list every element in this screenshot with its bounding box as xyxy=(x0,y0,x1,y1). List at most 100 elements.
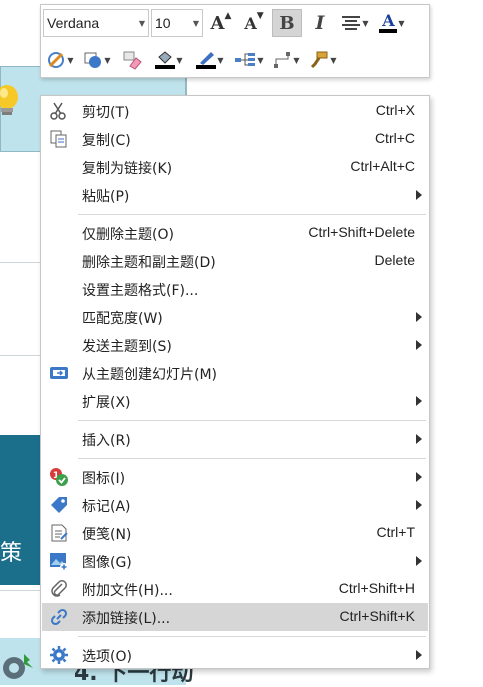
scissors-icon xyxy=(50,102,66,120)
shrink-font-button[interactable]: A ▼ xyxy=(239,9,269,37)
layout-button[interactable]: ▼ xyxy=(232,46,266,74)
grow-font-icon: A xyxy=(210,12,225,34)
grow-font-button[interactable]: A ▲ xyxy=(206,9,236,37)
menu-item-delete-topic-only[interactable]: 仅删除主题(O) Ctrl+Shift+Delete xyxy=(42,219,428,247)
priority-icon: 1 xyxy=(50,468,68,486)
menu-item-attach-file[interactable]: 附加文件(H)... Ctrl+Shift+H xyxy=(42,575,428,603)
submenu-arrow-icon xyxy=(416,556,422,566)
connector-button[interactable]: ▼ xyxy=(269,46,303,74)
caret-up-icon: ▲ xyxy=(224,11,232,21)
format-painter-button[interactable]: ▼ xyxy=(306,46,340,74)
image-icon xyxy=(50,553,68,571)
bold-button[interactable]: B xyxy=(272,9,302,37)
menu-item-insert[interactable]: 插入(R) xyxy=(42,425,428,453)
slide-icon xyxy=(50,367,68,379)
menu-item-shortcut: Ctrl+X xyxy=(375,102,415,118)
menu-separator xyxy=(78,458,426,459)
bold-icon: B xyxy=(279,12,295,34)
align-button[interactable]: ▼ xyxy=(338,9,372,37)
menu-item-label: 粘贴(P) xyxy=(82,189,130,205)
connector-icon xyxy=(274,52,291,68)
menu-item-copy[interactable]: 复制(C) Ctrl+C xyxy=(42,125,428,153)
chevron-down-icon: ▼ xyxy=(67,55,74,65)
menu-item-match-width[interactable]: 匹配宽度(W) xyxy=(42,303,428,331)
canvas-divider xyxy=(0,355,40,356)
menu-item-shortcut: Ctrl+Shift+Delete xyxy=(308,224,415,240)
color-swatch xyxy=(196,65,217,69)
menu-item-label: 图标(I) xyxy=(82,471,126,487)
shape-style-icon xyxy=(48,52,65,68)
chevron-down-icon: ▼ xyxy=(257,55,264,65)
chevron-down-icon: ▼ xyxy=(192,18,200,28)
menu-item-options[interactable]: 选项(O) xyxy=(42,641,428,669)
fill-color-button[interactable]: ▼ xyxy=(150,46,188,74)
menu-item-create-slide[interactable]: 从主题创建幻灯片(M) xyxy=(42,359,428,387)
topic-text: 策 xyxy=(0,541,23,566)
menu-item-copy-as-link[interactable]: 复制为链接(K) Ctrl+Alt+C xyxy=(42,153,428,181)
font-size-value: 10 xyxy=(155,15,171,31)
menu-item-label: 仅删除主题(O) xyxy=(82,227,174,243)
submenu-arrow-icon xyxy=(416,396,422,406)
caret-down-icon: ▼ xyxy=(256,11,264,21)
menu-item-format-topic[interactable]: 设置主题格式(F)... xyxy=(42,275,428,303)
menu-item-label: 插入(R) xyxy=(82,433,131,449)
topic-context-menu: 剪切(T) Ctrl+X 复制(C) Ctrl+C 复制为链接(K) Ctrl+… xyxy=(40,95,430,669)
font-size-select[interactable]: 10 ▼ xyxy=(151,9,203,37)
topic-shape-button[interactable]: ▼ xyxy=(43,46,77,74)
menu-item-tags[interactable]: 标记(A) xyxy=(42,491,428,519)
menu-item-paste[interactable]: 粘贴(P) xyxy=(42,181,428,209)
menu-item-label: 复制为链接(K) xyxy=(82,161,173,177)
menu-item-label: 发送主题到(S) xyxy=(82,339,172,355)
menu-item-extend[interactable]: 扩展(X) xyxy=(42,387,428,415)
lightbulb-icon xyxy=(0,85,18,115)
menu-item-label: 扩展(X) xyxy=(82,395,131,411)
chevron-down-icon: ▼ xyxy=(293,55,300,65)
font-color-icon: A xyxy=(382,11,395,30)
chevron-down-icon: ▼ xyxy=(176,55,183,65)
submenu-arrow-icon xyxy=(416,340,422,350)
paperclip-icon xyxy=(51,580,67,597)
font-color-button[interactable]: A ▼ xyxy=(375,9,409,37)
font-family-value: Verdana xyxy=(47,15,100,31)
eraser-icon xyxy=(123,51,142,70)
canvas-divider xyxy=(0,590,40,591)
line-color-button[interactable]: ▼ xyxy=(191,46,229,74)
menu-item-label: 剪切(T) xyxy=(82,105,130,121)
canvas-divider xyxy=(0,262,40,263)
menu-item-delete-topic-and-subtopics[interactable]: 删除主题和副主题(D) Delete xyxy=(42,247,428,275)
menu-item-label: 图像(G) xyxy=(82,555,132,571)
gear-icon xyxy=(50,646,68,664)
format-painter-icon xyxy=(311,51,328,69)
menu-item-label: 附加文件(H)... xyxy=(82,583,173,599)
menu-item-notes[interactable]: 便笺(N) Ctrl+T xyxy=(42,519,428,547)
chevron-down-icon: ▼ xyxy=(330,55,337,65)
format-mini-toolbar: Verdana ▼ 10 ▼ A ▲ A ▼ B I ▼ A ▼ ▼ ▼ ▼ ▼… xyxy=(40,4,430,78)
menu-item-label: 标记(A) xyxy=(82,499,131,515)
menu-item-add-link[interactable]: 添加链接(L)... Ctrl+Shift+K xyxy=(42,603,428,631)
menu-item-icons[interactable]: 1 图标(I) xyxy=(42,463,428,491)
menu-item-cut[interactable]: 剪切(T) Ctrl+X xyxy=(42,97,428,125)
align-center-icon xyxy=(342,16,361,30)
link-icon xyxy=(50,608,68,626)
chevron-down-icon: ▼ xyxy=(217,55,224,65)
font-family-select[interactable]: Verdana ▼ xyxy=(43,9,149,37)
menu-item-send-topic-to[interactable]: 发送主题到(S) xyxy=(42,331,428,359)
shape-fill-icon xyxy=(84,52,102,68)
menu-item-shortcut: Ctrl+Shift+K xyxy=(339,608,415,624)
menu-item-label: 从主题创建幻灯片(M) xyxy=(82,367,218,383)
menu-item-shortcut: Ctrl+T xyxy=(376,524,416,540)
menu-item-label: 匹配宽度(W) xyxy=(82,311,163,327)
menu-item-shortcut: Ctrl+Shift+H xyxy=(338,580,415,596)
menu-item-image[interactable]: 图像(G) xyxy=(42,547,428,575)
submenu-arrow-icon xyxy=(416,500,422,510)
italic-icon: I xyxy=(315,12,325,34)
italic-button[interactable]: I xyxy=(305,9,335,37)
chevron-down-icon: ▼ xyxy=(138,18,146,28)
copy-icon xyxy=(50,130,67,148)
submenu-arrow-icon xyxy=(416,434,422,444)
menu-item-label: 复制(C) xyxy=(82,133,131,149)
shape-fill-button[interactable]: ▼ xyxy=(80,46,114,74)
menu-item-label: 添加链接(L)... xyxy=(82,611,171,627)
clear-format-button[interactable] xyxy=(117,46,147,74)
color-swatch xyxy=(155,65,176,69)
